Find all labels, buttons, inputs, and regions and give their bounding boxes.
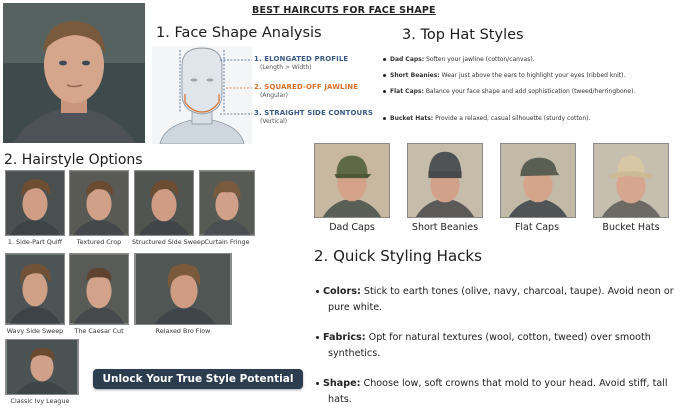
cta-button[interactable]: Unlock Your True Style Potential — [93, 369, 303, 389]
hairstyle-caption: Curtain Fringe — [204, 238, 250, 246]
hero-portrait — [3, 3, 145, 143]
face-analysis-heading: 1. Face Shape Analysis — [156, 25, 322, 41]
hairstyle-photo-textured-crop — [69, 170, 129, 236]
hack-item-fabrics: Fabrics: Opt for natural textures (wool,… — [316, 330, 674, 362]
portrait-photo-icon — [6, 340, 78, 394]
portrait-photo-icon — [70, 171, 128, 235]
hairstyle-caption: The Caesar Cut — [74, 327, 124, 335]
portrait-photo-icon — [135, 171, 193, 235]
portrait-photo-icon — [6, 171, 64, 235]
hairstyle-photo-curtain-fringe — [199, 170, 255, 236]
hairstyle-photo-classic-ivy-league — [5, 339, 79, 395]
bullet-icon — [383, 90, 386, 93]
annotation-straight-contours: 3. STRAIGHT SIDE CONTOURS — [254, 109, 373, 117]
bullet-icon — [383, 117, 386, 120]
hats-heading: 3. Top Hat Styles — [402, 27, 524, 43]
hairstyle-photo-relaxed-bro-flow — [134, 253, 232, 325]
hairstyles-heading: 2. Hairstyle Options — [4, 152, 143, 168]
hat-list-item: Flat Caps: Balance your face shape and a… — [383, 87, 638, 97]
bullet-icon — [383, 58, 386, 61]
hat-list-item: Dad Caps: Soften your jawline (cotton/ca… — [383, 55, 673, 65]
hairstyle-photo-side-part-quiff — [5, 170, 65, 236]
bullet-icon — [316, 381, 319, 385]
hat-photo-dad-caps — [314, 143, 390, 218]
bullet-icon — [316, 289, 319, 293]
hat-label-flat-caps: Flat Caps — [514, 222, 560, 233]
hairstyle-caption: Wavy Side Sweep — [6, 327, 64, 335]
hack-item-colors: Colors: Stick to earth tones (olive, nav… — [316, 284, 674, 316]
hat-label-dad-caps: Dad Caps — [329, 222, 375, 233]
hat-label-short-beanies: Short Beanies — [411, 222, 479, 233]
page-title: BEST HAIRCUTS FOR FACE SHAPE — [252, 5, 436, 16]
bullet-icon — [316, 335, 319, 339]
hat-photo-flat-caps — [500, 143, 576, 218]
annotation-squared-jawline-sub: (Angular) — [260, 92, 289, 99]
portrait-photo-icon — [200, 171, 254, 235]
bullet-icon — [383, 74, 386, 77]
hairstyle-photo-structured-side-sweep — [134, 170, 194, 236]
annotation-straight-contours-sub: (Vertical) — [260, 118, 288, 125]
hairstyle-caption: Relaxed Bro Flow — [155, 327, 211, 335]
hairstyle-caption: Structured Side Sweep — [132, 238, 205, 246]
hairstyle-photo-wavy-side-sweep — [5, 253, 65, 325]
hairstyle-caption: 1. Side-Part Quiff — [7, 238, 63, 246]
hairstyle-caption: Textured Crop — [76, 238, 122, 246]
hat-list-item: Bucket Hats: Provide a relaxed, casual s… — [383, 114, 673, 124]
portrait-photo-icon — [135, 254, 231, 324]
annotation-squared-jawline: 2. SQUARED-OFF JAWLINE — [254, 83, 359, 91]
annotation-elongated-profile: 1. ELONGATED PROFILE — [254, 55, 349, 63]
portrait-photo-icon — [70, 254, 128, 324]
hairstyle-caption: Classic Ivy League — [10, 397, 70, 405]
portrait-photo-icon — [3, 3, 145, 143]
annotation-elongated-profile-sub: (Length > Width) — [260, 64, 312, 71]
hacks-heading: 2. Quick Styling Hacks — [314, 247, 482, 265]
hat-photo-short-beanies — [407, 143, 483, 218]
hat-label-bucket-hats: Bucket Hats — [602, 222, 660, 233]
hat-photo-bucket-hats — [593, 143, 669, 218]
hack-item-shape: Shape: Choose low, soft crowns that mold… — [316, 376, 674, 408]
portrait-photo-icon — [6, 254, 64, 324]
annotation-leaders — [220, 59, 252, 115]
hat-list-item: Short Beanies: Wear just above the ears … — [383, 71, 678, 81]
hairstyle-photo-caesar-cut — [69, 253, 129, 325]
cta-label: Unlock Your True Style Potential — [102, 373, 294, 385]
